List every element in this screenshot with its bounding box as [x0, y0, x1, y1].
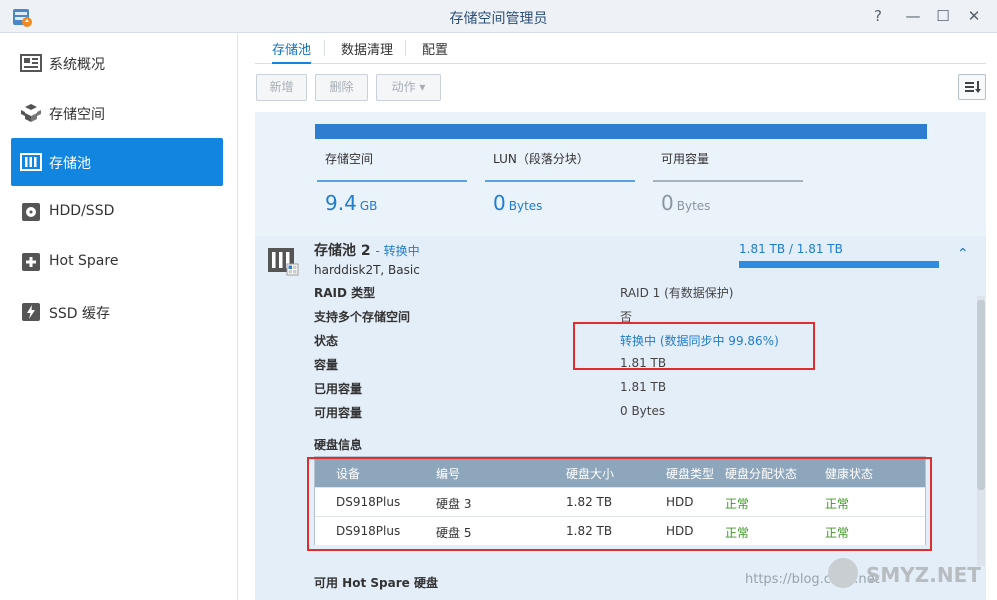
annotation-box-status	[573, 322, 815, 370]
sidebar-item-label: 系统概况	[49, 57, 105, 73]
watermark-url: https://blog.csdn.net	[745, 572, 880, 587]
add-button[interactable]: 新增	[256, 74, 307, 101]
hdd-icon	[22, 203, 40, 221]
sidebar-item-ssd-cache[interactable]: SSD 缓存	[11, 288, 223, 336]
sidebar-item-overview[interactable]: 系统概况	[11, 39, 223, 87]
pool-capacity-bar	[739, 261, 939, 268]
help-button[interactable]: ?	[867, 5, 889, 27]
sidebar-item-volume[interactable]: 存储空间	[11, 89, 223, 137]
sidebar-item-label: 存储空间	[49, 107, 105, 123]
stat-volumes-value: 9.4 GB	[325, 191, 378, 215]
sidebar-item-label: Hot Spare	[49, 253, 119, 269]
pool-subtitle: harddisk2T, Basic	[314, 263, 420, 277]
stat-lun: LUN（段落分块）	[485, 148, 635, 182]
storage-pool-icon	[20, 153, 42, 171]
sidebar-item-label: SSD 缓存	[49, 306, 111, 322]
stat-lun-value: 0 Bytes	[493, 191, 543, 215]
detail-value-used: 1.81 TB	[620, 380, 667, 394]
stat-free-capacity-value: 0 Bytes	[661, 191, 711, 215]
delete-button[interactable]: 删除	[315, 74, 368, 101]
previous-pool-usage-bar	[315, 124, 927, 139]
volume-cube-icon	[21, 104, 41, 122]
tab-separator	[405, 40, 406, 56]
minimize-button[interactable]: —	[902, 5, 924, 27]
pool-status: 转换中	[383, 244, 420, 258]
collapse-chevron-up-icon[interactable]: ⌃	[957, 246, 969, 262]
close-button[interactable]: ✕	[963, 5, 985, 27]
hot-spare-title: 可用 Hot Spare 硬盘	[314, 576, 438, 590]
action-dropdown-button[interactable]: 动作 ▾	[376, 74, 441, 101]
sort-list-icon	[965, 81, 981, 93]
stat-volumes: 存储空间	[317, 148, 467, 182]
annotation-box-disk-table	[307, 457, 932, 551]
sidebar-item-storage-pool[interactable]: 存储池	[11, 138, 223, 186]
sort-button[interactable]	[958, 74, 986, 100]
detail-key-status: 状态	[314, 334, 339, 348]
storage-pool-icon	[268, 248, 299, 276]
sidebar-item-label: 存储池	[49, 156, 91, 172]
scrollbar-thumb[interactable]	[977, 300, 985, 490]
tab-settings[interactable]: 配置	[422, 39, 448, 64]
watermark-brand: SMYZ.NET	[866, 563, 981, 587]
title-bar: 存储空间管理员 ? — ☐ ✕	[0, 0, 997, 33]
sidebar-item-label: HDD/SSD	[49, 203, 115, 219]
hot-spare-plus-icon	[22, 253, 40, 271]
detail-value-raid-type: RAID 1 (有数据保护)	[620, 286, 734, 300]
detail-value-available: 0 Bytes	[620, 404, 666, 418]
overview-icon	[20, 54, 42, 72]
detail-key-multi-volume: 支持多个存储空间	[314, 310, 411, 324]
tab-separator	[324, 40, 325, 56]
tab-storage-pool[interactable]: 存储池	[272, 39, 312, 64]
tab-data-scrubbing[interactable]: 数据清理	[341, 39, 393, 64]
sidebar-item-hdd-ssd[interactable]: HDD/SSD	[11, 188, 223, 236]
pool-capacity-text: 1.81 TB / 1.81 TB	[739, 242, 843, 256]
maximize-button[interactable]: ☐	[932, 5, 954, 27]
ssd-cache-bolt-icon	[22, 303, 40, 321]
tab-bar: 存储池 数据清理 配置	[255, 34, 986, 64]
disk-info-title: 硬盘信息	[314, 438, 363, 452]
sidebar: 系统概况 存储空间 存储池 HDD/SSD Hot Spare SSD 缓存	[0, 34, 238, 600]
watermark-logo-icon	[828, 558, 858, 588]
window-title: 存储空间管理员	[449, 11, 548, 27]
detail-key-raid-type: RAID 类型	[314, 286, 376, 300]
detail-key-capacity: 容量	[314, 358, 339, 372]
stat-free-capacity: 可用容量	[653, 148, 803, 182]
pool-title: 存储池 2 - 转换中	[314, 243, 420, 259]
pool-status-prefix: -	[375, 244, 384, 258]
detail-key-used: 已用容量	[314, 382, 363, 396]
detail-key-available: 可用容量	[314, 406, 363, 420]
sidebar-item-hot-spare[interactable]: Hot Spare	[11, 238, 223, 286]
